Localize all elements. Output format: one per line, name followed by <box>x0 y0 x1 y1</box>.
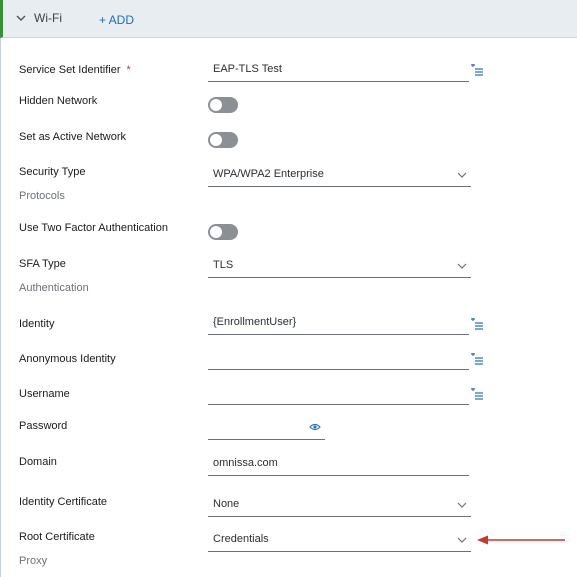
section-title: Wi-Fi <box>34 11 62 25</box>
security-type-label: Security Type <box>19 166 86 178</box>
proxy-section-label: Proxy <box>19 555 48 567</box>
root-certificate-value: Credentials <box>213 533 269 545</box>
ssid-label-text: Service Set Identifier <box>19 64 121 76</box>
lookup-values-icon[interactable] <box>470 64 484 76</box>
section-rule <box>0 38 1 577</box>
password-input[interactable] <box>208 418 325 440</box>
identity-input[interactable]: {EnrollmentUser} <box>208 313 469 335</box>
lookup-values-icon[interactable] <box>470 388 484 400</box>
identity-certificate-label: Identity Certificate <box>19 496 108 508</box>
active-network-label: Set as Active Network <box>19 131 126 143</box>
identity-certificate-select[interactable]: None <box>208 495 471 517</box>
security-type-value: WPA/WPA2 Enterprise <box>213 168 324 180</box>
toggle-knob <box>210 99 222 111</box>
username-label: Username <box>19 388 70 400</box>
domain-value: omnissa.com <box>213 457 278 469</box>
identity-certificate-value: None <box>213 498 240 510</box>
sfa-type-label: SFA Type <box>19 258 66 270</box>
ssid-value: EAP-TLS Test <box>213 63 282 75</box>
two-factor-label: Use Two Factor Authentication <box>19 222 168 234</box>
lookup-values-icon[interactable] <box>470 353 484 365</box>
protocols-section-label: Protocols <box>19 190 65 202</box>
anonymous-identity-label: Anonymous Identity <box>19 353 116 365</box>
show-password-icon[interactable] <box>309 422 321 432</box>
password-label: Password <box>19 420 68 432</box>
sfa-type-value: TLS <box>213 259 234 271</box>
domain-input[interactable]: omnissa.com <box>208 454 469 476</box>
chevron-down-icon <box>457 537 467 543</box>
identity-value: {EnrollmentUser} <box>213 316 297 328</box>
active-network-toggle[interactable] <box>208 132 238 148</box>
wifi-section-header[interactable]: Wi-Fi + ADD <box>0 0 577 38</box>
root-certificate-select[interactable]: Credentials <box>208 530 471 552</box>
authentication-section-label: Authentication <box>19 282 89 294</box>
required-marker: * <box>126 64 131 76</box>
root-certificate-label: Root Certificate <box>19 531 95 543</box>
ssid-input[interactable]: EAP-TLS Test <box>208 60 469 82</box>
anonymous-identity-input[interactable] <box>208 348 469 370</box>
chevron-down-icon <box>457 263 467 269</box>
sfa-type-select[interactable]: TLS <box>208 256 471 278</box>
security-type-select[interactable]: WPA/WPA2 Enterprise <box>208 165 471 187</box>
hidden-network-toggle[interactable] <box>208 97 238 113</box>
toggle-knob <box>210 226 222 238</box>
two-factor-toggle[interactable] <box>208 224 238 240</box>
lookup-values-icon[interactable] <box>470 318 484 330</box>
hidden-network-label: Hidden Network <box>19 95 98 107</box>
domain-label: Domain <box>19 456 57 468</box>
ssid-label: Service Set Identifier * <box>19 64 131 76</box>
chevron-down-icon <box>457 502 467 508</box>
toggle-knob <box>210 134 222 146</box>
identity-label: Identity <box>19 318 55 330</box>
annotation-arrow-icon <box>477 535 565 545</box>
chevron-down-icon[interactable] <box>15 12 27 24</box>
chevron-down-icon <box>457 172 467 178</box>
add-button[interactable]: + ADD <box>99 13 134 27</box>
username-input[interactable] <box>208 383 469 405</box>
